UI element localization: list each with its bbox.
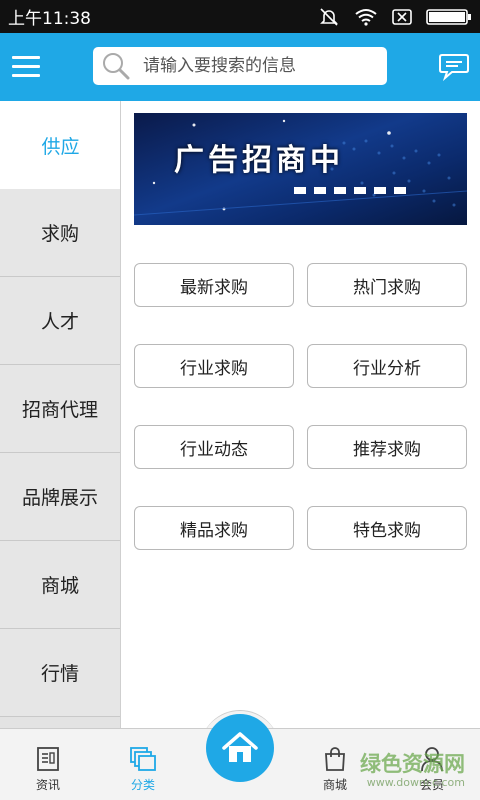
- status-time: 上午11:38: [8, 9, 91, 29]
- latest-purchase-button[interactable]: 最新求购: [134, 263, 294, 307]
- wifi-icon: [355, 8, 377, 26]
- sidebar-item-talent[interactable]: 人才: [0, 277, 120, 365]
- watermark-text: 绿色资源网: [360, 752, 465, 776]
- category-sidebar: 供应 求购 人才 招商代理 品牌展示 商城 行情: [0, 101, 121, 728]
- nav-news-label: 资讯: [35, 778, 60, 792]
- mute-icon: [320, 7, 338, 26]
- home-icon: [222, 732, 258, 762]
- hot-purchase-button[interactable]: 热门求购: [307, 263, 467, 307]
- category-icon: [130, 747, 156, 771]
- recommended-purchase-button[interactable]: 推荐求购: [307, 425, 467, 469]
- message-icon[interactable]: [438, 49, 470, 81]
- nav-mall-label: 商城: [322, 778, 347, 792]
- status-bar: 上午11:38: [0, 0, 480, 33]
- status-icons: [318, 7, 472, 27]
- search-input[interactable]: [143, 56, 373, 76]
- sidebar-item-supply[interactable]: 供应: [0, 101, 120, 189]
- menu-icon-line: [12, 65, 40, 68]
- banner-text: 广告招商中: [174, 143, 344, 178]
- menu-button[interactable]: [12, 52, 42, 82]
- no-sim-icon: [392, 8, 412, 25]
- watermark: 绿色资源网 www.downcc.com: [360, 748, 465, 789]
- home-button[interactable]: [206, 714, 274, 782]
- shopping-bag-icon: [325, 747, 345, 771]
- search-box[interactable]: [93, 47, 387, 85]
- menu-icon: [12, 56, 40, 59]
- news-icon: [37, 747, 59, 771]
- app-header: [0, 33, 480, 101]
- industry-purchase-button[interactable]: 行业求购: [134, 344, 294, 388]
- industry-analysis-button[interactable]: 行业分析: [307, 344, 467, 388]
- sidebar-item-investment-agency[interactable]: 招商代理: [0, 365, 120, 453]
- banner-dots: [294, 187, 406, 194]
- sidebar-item-purchase[interactable]: 求购: [0, 189, 120, 277]
- sidebar-item-mall[interactable]: 商城: [0, 541, 120, 629]
- nav-category-label: 分类: [130, 778, 155, 792]
- battery-icon: [426, 8, 471, 25]
- watermark-url: www.downcc.com: [366, 776, 465, 789]
- featured-purchase-button[interactable]: 精品求购: [134, 506, 294, 550]
- sidebar-item-market[interactable]: 行情: [0, 629, 120, 717]
- sidebar-item-brand-display[interactable]: 品牌展示: [0, 453, 120, 541]
- menu-icon-line: [12, 74, 40, 77]
- nav-category[interactable]: 分类: [98, 729, 188, 800]
- industry-news-button[interactable]: 行业动态: [134, 425, 294, 469]
- special-purchase-button[interactable]: 特色求购: [307, 506, 467, 550]
- search-icon: [103, 53, 130, 80]
- nav-news[interactable]: 资讯: [3, 729, 93, 800]
- ad-banner[interactable]: 广告招商中: [134, 113, 467, 225]
